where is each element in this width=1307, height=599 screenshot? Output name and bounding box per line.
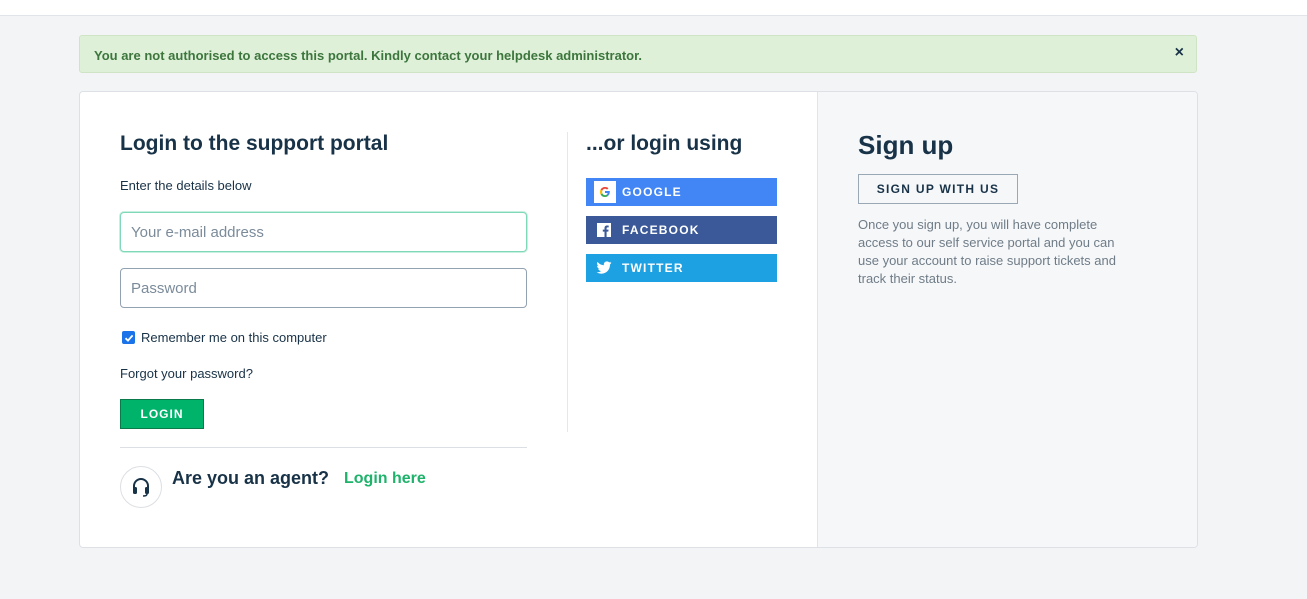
forgot-password-link[interactable]: Forgot your password?: [120, 366, 253, 381]
login-title: Login to the support portal: [120, 132, 389, 155]
alert-banner: You are not authorised to access this po…: [79, 35, 1197, 73]
twitter-label: TWITTER: [622, 261, 684, 275]
agent-login-link[interactable]: Login here: [344, 470, 426, 488]
facebook-label: FACEBOOK: [622, 223, 700, 237]
google-label: GOOGLE: [622, 185, 682, 199]
login-button[interactable]: LOGIN: [120, 399, 204, 429]
close-icon[interactable]: ×: [1175, 43, 1184, 63]
checkmark-icon: [124, 334, 133, 342]
facebook-icon: [586, 223, 622, 237]
google-login-button[interactable]: GOOGLE: [586, 178, 777, 206]
divider: [120, 447, 527, 448]
signup-title: Sign up: [858, 130, 954, 160]
agent-question: Are you an agent?: [172, 468, 330, 488]
social-login-title: ...or login using: [586, 132, 743, 155]
twitter-login-button[interactable]: TWITTER: [586, 254, 777, 282]
alert-message: You are not authorised to access this po…: [94, 48, 643, 63]
headset-icon: [120, 466, 162, 508]
top-bar: [0, 0, 1307, 16]
email-input[interactable]: [120, 212, 527, 252]
remember-label: Remember me on this computer: [141, 330, 327, 345]
twitter-icon: [586, 261, 622, 275]
google-icon: [586, 181, 622, 203]
vertical-divider: [567, 132, 568, 432]
signup-panel: Sign up SIGN UP WITH US Once you sign up…: [817, 92, 1197, 547]
login-card: Login to the support portal Enter the de…: [79, 91, 1198, 548]
login-subtitle: Enter the details below: [120, 178, 252, 193]
password-input[interactable]: [120, 268, 527, 308]
remember-checkbox[interactable]: [122, 331, 135, 344]
signup-button[interactable]: SIGN UP WITH US: [858, 174, 1018, 204]
signup-description: Once you sign up, you will have complete…: [858, 217, 1116, 286]
remember-me[interactable]: Remember me on this computer: [122, 330, 327, 345]
facebook-login-button[interactable]: FACEBOOK: [586, 216, 777, 244]
